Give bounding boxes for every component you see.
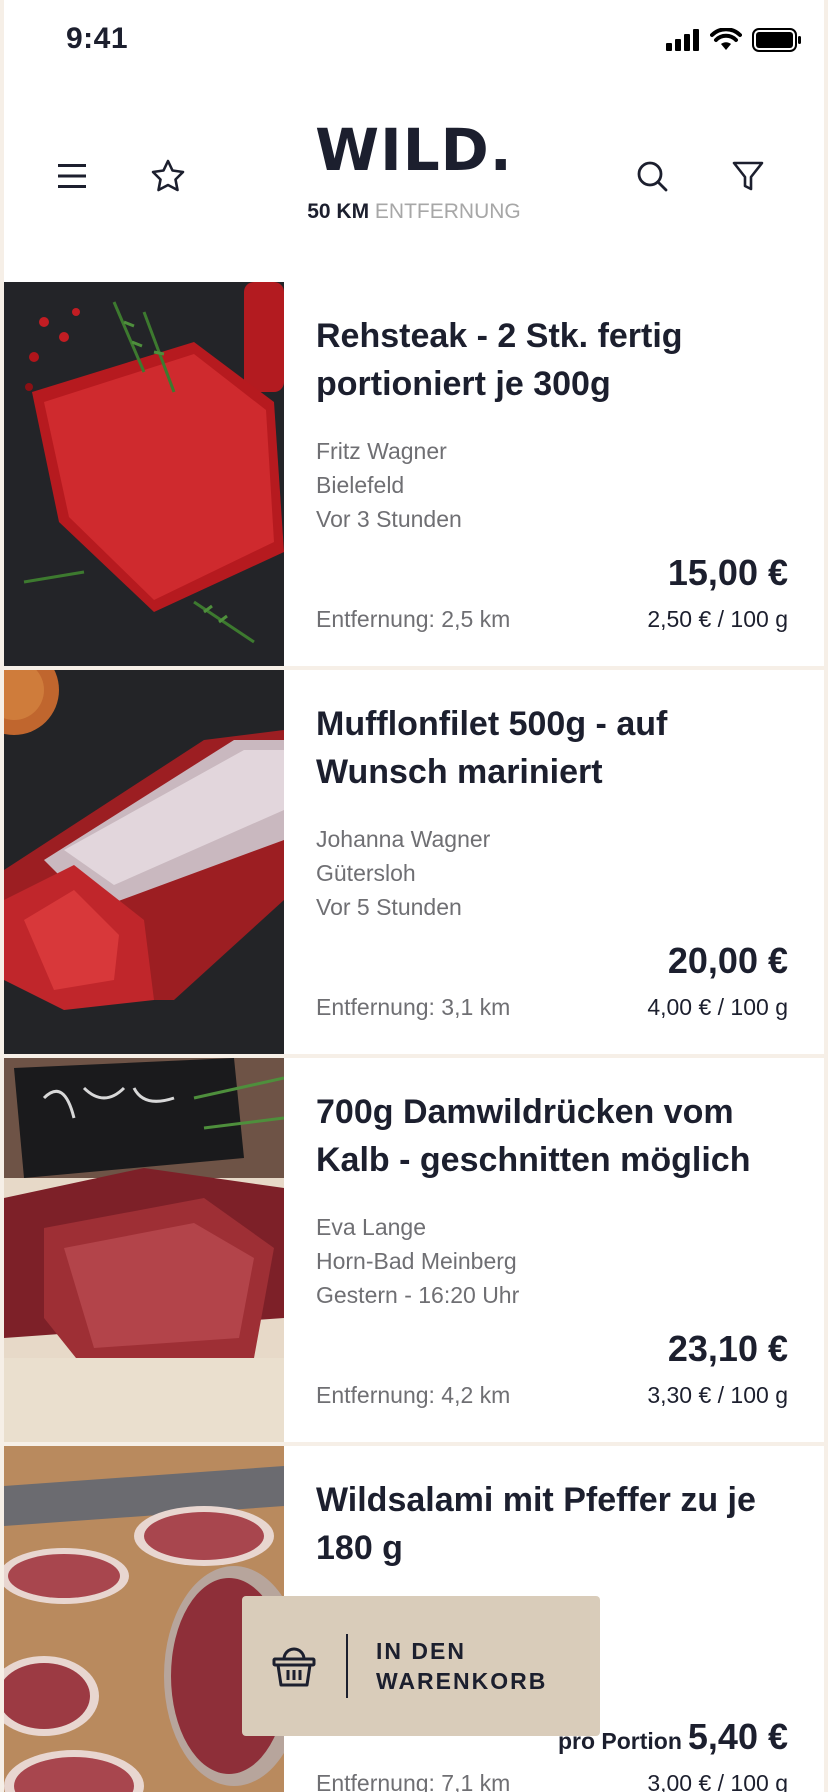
wifi-icon xyxy=(710,28,742,50)
distance-filter[interactable]: 50 KM ENTFERNUNG xyxy=(4,200,824,224)
posted-time: Vor 3 Stunden xyxy=(316,506,462,532)
status-icons xyxy=(666,28,802,52)
product-info: 700g Damwildrücken vom Kalb - geschnitte… xyxy=(316,1058,788,1442)
basket-icon-wrapper xyxy=(242,1643,346,1689)
cart-label-line1: IN DEN xyxy=(376,1638,466,1664)
unit-price: 3,30 € / 100 g xyxy=(647,1382,788,1408)
product-price: 15,00 € xyxy=(662,552,788,594)
battery-icon xyxy=(752,28,801,52)
product-distance: Entfernung: 2,5 km xyxy=(316,606,511,632)
cart-label: IN DEN WARENKORB xyxy=(376,1636,556,1696)
product-title[interactable]: Mufflonfilet 500g - auf Wunsch mariniert xyxy=(316,700,788,796)
unit-price: 3,00 € / 100 g xyxy=(647,1770,788,1792)
filter-icon xyxy=(732,161,764,191)
status-time: 9:41 xyxy=(66,22,129,55)
add-to-cart-button[interactable]: IN DEN WARENKORB xyxy=(242,1596,600,1736)
product-info: Rehsteak - 2 Stk. fertig portioniert je … xyxy=(316,282,788,666)
seller-name: Johanna Wagner xyxy=(316,826,491,852)
seller-city: Horn-Bad Meinberg xyxy=(316,1248,517,1274)
unit-price: 4,00 € / 100 g xyxy=(647,994,788,1020)
product-price: 20,00 € xyxy=(662,940,788,982)
list-item[interactable]: 700g Damwildrücken vom Kalb - geschnitte… xyxy=(4,1058,824,1446)
product-meta: Eva Lange Horn-Bad Meinberg Gestern - 16… xyxy=(316,1210,519,1312)
price-value: 15,00 € xyxy=(667,552,788,593)
product-meta: Johanna Wagner Gütersloh Vor 5 Stunden xyxy=(316,822,490,924)
distance-label: ENTFERNUNG xyxy=(374,200,521,223)
product-distance: Entfernung: 4,2 km xyxy=(316,1382,511,1408)
posted-time: Gestern - 16:20 Uhr xyxy=(316,1282,520,1308)
seller-name: Fritz Wagner xyxy=(316,438,447,464)
app-header: WILD. 50 KM ENTFERNUNG xyxy=(4,84,824,280)
screen: 9:41 WILD. 50 KM ENTFERNUNG Rehsteak - 2… xyxy=(4,0,824,1792)
product-meta: Fritz Wagner Bielefeld Vor 3 Stunden xyxy=(316,434,462,536)
price-value: 23,10 € xyxy=(667,1328,788,1369)
product-title[interactable]: Wildsalami mit Pfeffer zu je 180 g xyxy=(316,1476,788,1572)
unit-price: 2,50 € / 100 g xyxy=(647,606,788,632)
seller-city: Bielefeld xyxy=(316,472,405,498)
product-list: Rehsteak - 2 Stk. fertig portioniert je … xyxy=(4,282,824,1792)
product-distance: Entfernung: 7,1 km xyxy=(316,1770,511,1792)
seller-city: Gütersloh xyxy=(316,860,416,886)
product-title[interactable]: Rehsteak - 2 Stk. fertig portioniert je … xyxy=(316,312,788,408)
product-image-mufflonfilet xyxy=(4,670,284,1054)
posted-time: Vor 5 Stunden xyxy=(316,894,462,920)
search-button[interactable] xyxy=(628,152,676,200)
product-image-damwildruecken xyxy=(4,1058,284,1442)
product-image-rehsteak xyxy=(4,282,284,666)
cellular-signal-icon xyxy=(666,29,699,51)
status-bar: 9:41 xyxy=(4,0,824,84)
product-price: 23,10 € xyxy=(662,1328,788,1370)
search-icon xyxy=(637,161,668,192)
price-value: 5,40 € xyxy=(687,1716,788,1757)
list-item[interactable]: Mufflonfilet 500g - auf Wunsch mariniert… xyxy=(4,670,824,1058)
price-value: 20,00 € xyxy=(667,940,788,981)
product-distance: Entfernung: 3,1 km xyxy=(316,994,511,1020)
app-logo: WILD. xyxy=(315,116,513,184)
basket-icon xyxy=(272,1647,316,1687)
seller-name: Eva Lange xyxy=(316,1214,426,1240)
cart-label-line2: WARENKORB xyxy=(376,1668,548,1694)
list-item[interactable]: Rehsteak - 2 Stk. fertig portioniert je … xyxy=(4,282,824,670)
distance-value: 50 KM xyxy=(307,200,370,223)
product-info: Mufflonfilet 500g - auf Wunsch mariniert… xyxy=(316,670,788,1054)
filter-button[interactable] xyxy=(724,152,772,200)
product-title[interactable]: 700g Damwildrücken vom Kalb - geschnitte… xyxy=(316,1088,788,1184)
cart-divider xyxy=(346,1634,348,1698)
